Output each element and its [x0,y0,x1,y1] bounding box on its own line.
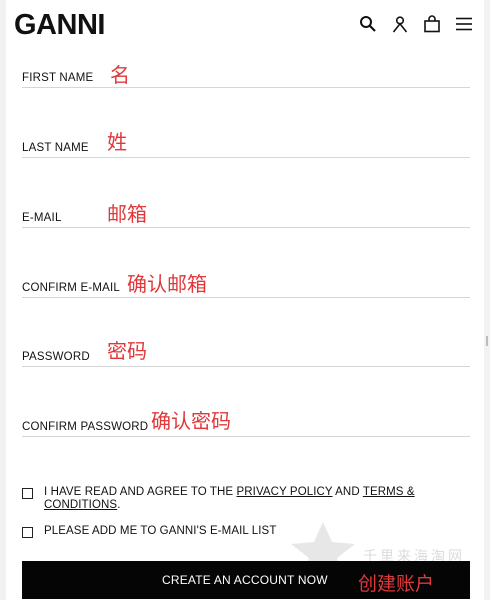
left-margin [0,0,6,600]
search-icon[interactable] [358,14,378,34]
agree-terms-checkbox[interactable] [22,488,33,499]
first-name-field[interactable]: FIRST NAME [22,67,470,88]
first-name-label: FIRST NAME [22,72,94,84]
email-field[interactable]: E-MAIL [22,207,470,228]
agree-post-text: . [117,499,121,511]
confirm-password-annotation: 确认密码 [151,409,231,433]
account-icon[interactable] [390,14,410,34]
password-field[interactable]: PASSWORD [22,346,470,367]
privacy-policy-link[interactable]: PRIVACY POLICY [237,486,333,498]
last-name-label: LAST NAME [22,142,89,154]
bag-icon[interactable] [422,14,442,34]
create-account-annotation: 创建账户 [358,573,435,595]
menu-icon[interactable] [454,14,474,34]
scrollbar[interactable] [484,0,490,600]
confirm-email-label: CONFIRM E-MAIL [22,282,120,294]
ganni-logo[interactable]: GANNI [14,8,105,42]
create-account-button[interactable]: CREATE AN ACCOUNT NOW 创建账户 [22,561,470,599]
first-name-annotation: 名 [110,63,130,87]
confirm-email-field[interactable]: CONFIRM E-MAIL [22,277,470,298]
confirm-email-annotation: 确认邮箱 [127,272,207,296]
password-label: PASSWORD [22,351,90,363]
password-annotation: 密码 [107,339,147,363]
create-account-label: CREATE AN ACCOUNT NOW [162,573,328,587]
agree-terms-text: I HAVE READ AND AGREE TO THE PRIVACY POL… [44,486,444,512]
scrollbar-thumb[interactable] [486,336,488,346]
agree-pre-text: I HAVE READ AND AGREE TO THE [44,486,237,498]
newsletter-checkbox[interactable] [22,527,33,538]
header-icons [358,14,474,34]
last-name-field[interactable]: LAST NAME [22,137,470,158]
confirm-password-label: CONFIRM PASSWORD [22,421,149,433]
agree-terms-row: I HAVE READ AND AGREE TO THE PRIVACY POL… [22,486,470,514]
agree-mid-text: AND [332,486,363,498]
confirm-password-field[interactable]: CONFIRM PASSWORD [22,416,470,437]
email-annotation: 邮箱 [107,202,147,226]
email-label: E-MAIL [22,212,62,224]
site-header: GANNI [12,8,478,44]
last-name-annotation: 姓 [107,130,127,154]
